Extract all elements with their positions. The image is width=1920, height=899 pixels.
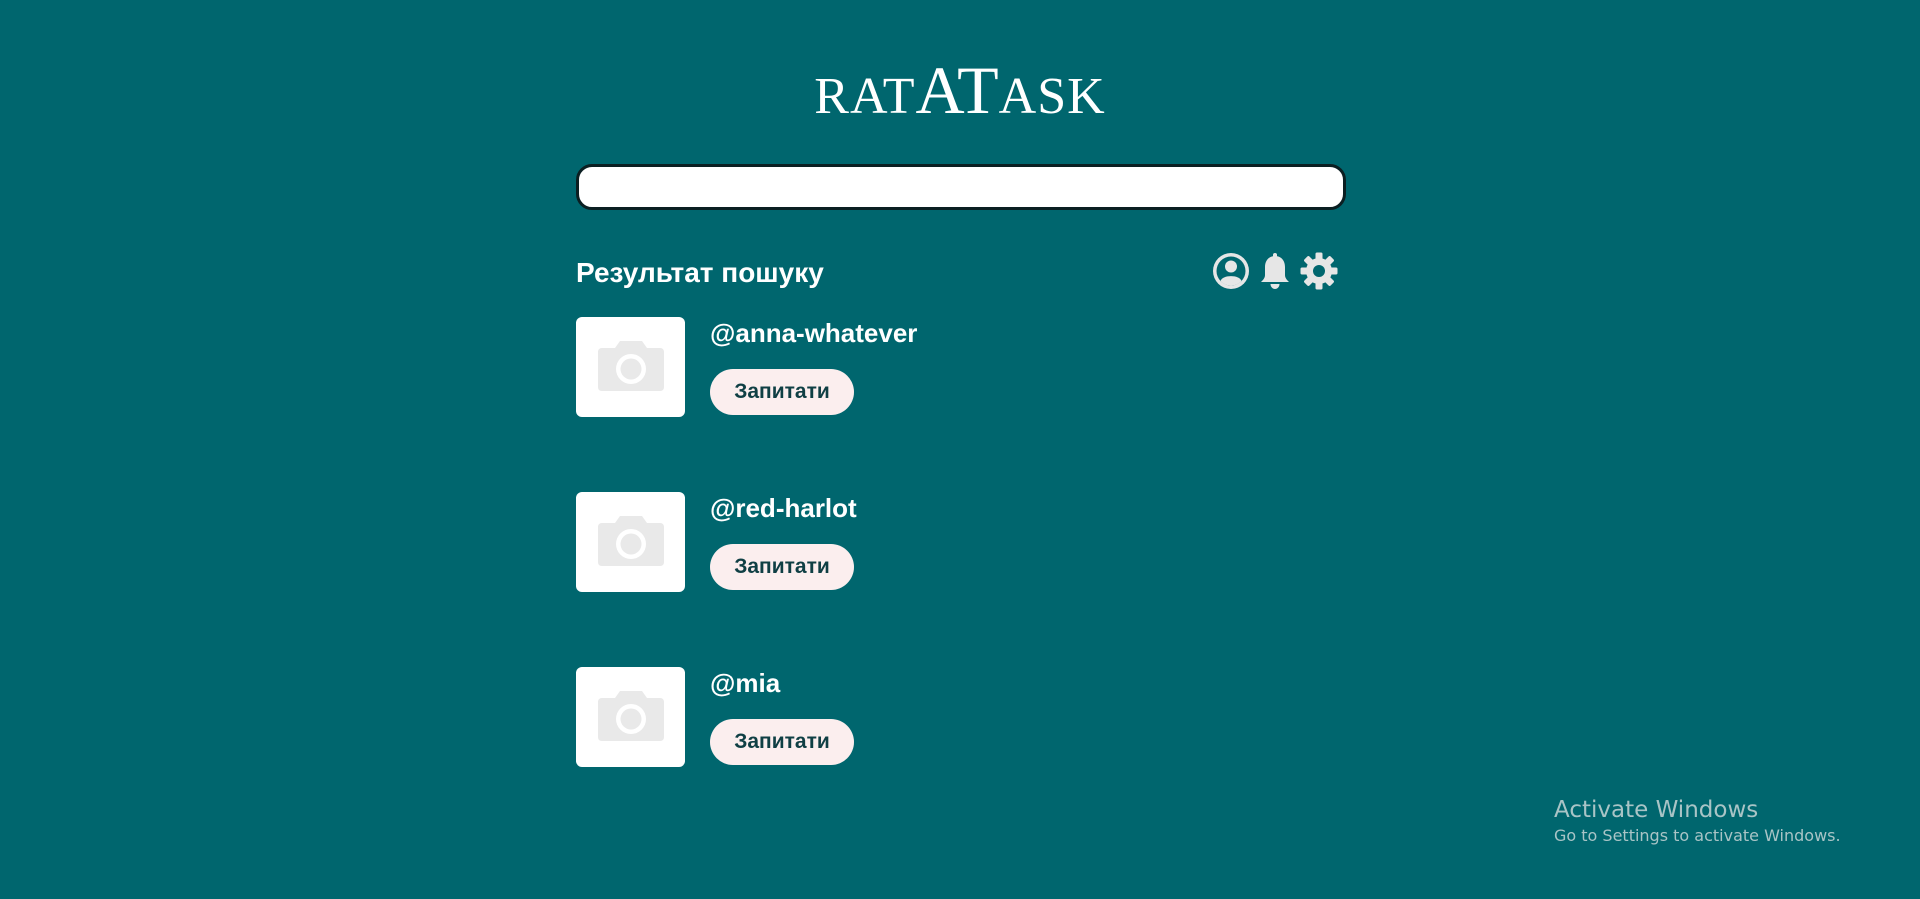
avatar[interactable] xyxy=(576,492,685,592)
avatar[interactable] xyxy=(576,317,685,417)
logo-part-2: AT xyxy=(915,52,999,128)
username[interactable]: @red-harlot xyxy=(710,492,857,524)
ask-button[interactable]: Запитати xyxy=(710,719,854,765)
camera-icon xyxy=(596,512,666,573)
results-title: Результат пошуку xyxy=(576,257,824,288)
logo-part-1: RAT xyxy=(814,68,916,125)
username[interactable]: @mia xyxy=(710,667,780,699)
result-item: @mia Запитати xyxy=(576,667,1176,767)
header-icon-bar xyxy=(1212,252,1338,294)
result-item: @anna-whatever Запитати xyxy=(576,317,1176,417)
gear-icon xyxy=(1299,251,1339,296)
ask-button[interactable]: Запитати xyxy=(710,544,854,590)
profile-button[interactable] xyxy=(1212,252,1250,295)
camera-icon xyxy=(596,687,666,748)
username[interactable]: @anna-whatever xyxy=(710,317,917,349)
watermark-subtitle: Go to Settings to activate Windows. xyxy=(1554,826,1841,845)
watermark-title: Activate Windows xyxy=(1554,797,1759,823)
avatar[interactable] xyxy=(576,667,685,767)
ask-button[interactable]: Запитати xyxy=(710,369,854,415)
logo-part-3: ASK xyxy=(998,68,1106,125)
camera-icon xyxy=(596,337,666,398)
notifications-button[interactable] xyxy=(1256,252,1294,295)
result-item: @red-harlot Запитати xyxy=(576,492,1176,592)
bell-icon xyxy=(1259,252,1291,295)
app-logo[interactable]: RATATASK xyxy=(0,56,1920,124)
search-input[interactable] xyxy=(576,164,1346,210)
windows-activation-watermark: Activate Windows Go to Settings to activ… xyxy=(1554,795,1841,847)
page: RATATASK Результат пошуку @anna-whatever… xyxy=(0,0,1920,899)
settings-button[interactable] xyxy=(1299,251,1339,296)
user-icon xyxy=(1212,252,1250,295)
